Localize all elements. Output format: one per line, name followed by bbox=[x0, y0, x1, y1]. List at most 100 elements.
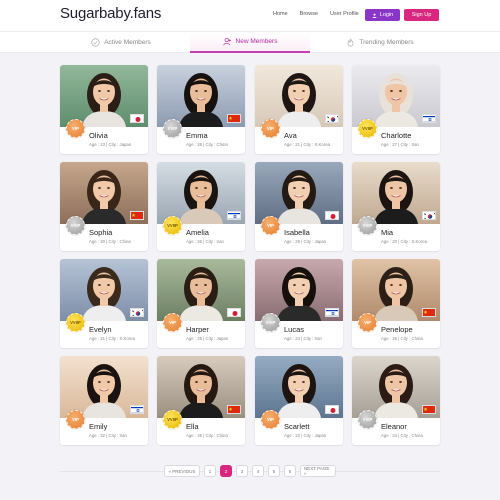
member-meta: Age : 26 | City : China bbox=[381, 336, 423, 341]
country-flag-icon bbox=[422, 211, 436, 220]
member-card[interactable]: VVIP Mia Age : 20 | City : S.Korea bbox=[352, 162, 440, 251]
member-meta: Age : 22 | City : Japan bbox=[284, 433, 327, 438]
membership-badge: VVIIP bbox=[358, 119, 377, 138]
membership-badge: VVIP bbox=[358, 216, 377, 235]
member-name[interactable]: Ella bbox=[186, 422, 199, 431]
member-card[interactable]: VVIP Emma Age : 26 | City : China bbox=[157, 65, 245, 154]
member-meta: Age : 34 | City : China bbox=[381, 433, 423, 438]
member-card[interactable]: VIP Ava Age : 21 | City : S.Korea bbox=[255, 65, 343, 154]
membership-badge: VIP bbox=[66, 410, 85, 429]
member-meta: Age : 27 | City : Iran bbox=[381, 142, 419, 147]
page-6-button[interactable]: 6 bbox=[284, 465, 296, 477]
member-name[interactable]: Eleanor bbox=[381, 422, 407, 431]
page-3-button[interactable]: 3 bbox=[236, 465, 248, 477]
member-card[interactable]: VIP Penelope Age : 26 | City : China bbox=[352, 259, 440, 348]
login-button[interactable]: Login bbox=[365, 9, 400, 21]
member-name[interactable]: Sophia bbox=[89, 228, 112, 237]
nav-user-profile[interactable]: User Profile bbox=[330, 11, 359, 17]
member-name[interactable]: Harper bbox=[186, 325, 209, 334]
member-card[interactable]: VVIIP Ella Age : 25 | City : China bbox=[157, 356, 245, 445]
member-meta: Age : 26 | City : China bbox=[186, 142, 228, 147]
member-card[interactable]: VIP Isabella Age : 26 | City : Japan bbox=[255, 162, 343, 251]
member-name[interactable]: Charlotte bbox=[381, 131, 411, 140]
member-meta: Age : 20 | City : S.Korea bbox=[381, 239, 428, 244]
member-card[interactable]: VVIP Lucas Age : 24 | City : Iran bbox=[255, 259, 343, 348]
country-flag-icon bbox=[422, 405, 436, 414]
membership-badge: VVIIP bbox=[66, 313, 85, 332]
member-name[interactable]: Evelyn bbox=[89, 325, 112, 334]
member-meta: Age : 21 | City : S.Korea bbox=[89, 336, 136, 341]
member-name[interactable]: Olivia bbox=[89, 131, 108, 140]
member-name[interactable]: Scarlett bbox=[284, 422, 309, 431]
main-nav: Home Browse User Profile bbox=[273, 11, 359, 17]
tab-label: Trending Members bbox=[359, 39, 414, 46]
country-flag-icon bbox=[227, 114, 241, 123]
page-4-button[interactable]: 4 bbox=[252, 465, 264, 477]
member-card[interactable]: VIP Emily Age : 32 | City : Iran bbox=[60, 356, 148, 445]
member-card[interactable]: VVIIP Evelyn Age : 21 | City : S.Korea bbox=[60, 259, 148, 348]
member-grid: VIP Olivia Age : 23 | City : Japan VVIP … bbox=[60, 65, 440, 445]
membership-badge: VIP bbox=[358, 313, 377, 332]
country-flag-icon bbox=[325, 405, 339, 414]
flame-icon bbox=[347, 38, 354, 47]
tab-trending-members[interactable]: Trending Members bbox=[320, 32, 440, 53]
page-2-button[interactable]: 2 bbox=[220, 465, 232, 477]
page-5-button[interactable]: 5 bbox=[268, 465, 280, 477]
brand-logo[interactable]: Sugarbaby.fans bbox=[60, 5, 161, 22]
next-page-button[interactable]: NEXT PAGE » bbox=[300, 465, 336, 477]
previous-page-button[interactable]: « PREVIOUS bbox=[164, 465, 200, 477]
membership-badge: VVIIP bbox=[163, 216, 182, 235]
page-1-button[interactable]: 1 bbox=[204, 465, 216, 477]
country-flag-icon bbox=[325, 211, 339, 220]
member-name[interactable]: Emily bbox=[89, 422, 107, 431]
member-meta: Age : 24 | City : Iran bbox=[284, 336, 322, 341]
country-flag-icon bbox=[422, 114, 436, 123]
membership-badge: VIP bbox=[163, 313, 182, 332]
member-card[interactable]: VIP Olivia Age : 23 | City : Japan bbox=[60, 65, 148, 154]
pagination: « PREVIOUS 1 2 3 4 5 6 NEXT PAGE » bbox=[164, 465, 336, 477]
tab-label: Active Members bbox=[104, 39, 151, 46]
check-circle-icon bbox=[91, 38, 100, 47]
member-meta: Age : 32 | City : Iran bbox=[89, 433, 127, 438]
member-name[interactable]: Isabella bbox=[284, 228, 310, 237]
member-meta: Age : 25 | City : Japan bbox=[186, 336, 229, 341]
country-flag-icon bbox=[130, 211, 144, 220]
tab-label: New Members bbox=[235, 38, 278, 45]
country-flag-icon bbox=[130, 308, 144, 317]
country-flag-icon bbox=[227, 308, 241, 317]
member-card[interactable]: VIP Scarlett Age : 22 | City : Japan bbox=[255, 356, 343, 445]
member-name[interactable]: Lucas bbox=[284, 325, 304, 334]
member-card[interactable]: VVIP Eleanor Age : 34 | City : China bbox=[352, 356, 440, 445]
member-card[interactable]: VVIIP Amelia Age : 26 | City : Iran bbox=[157, 162, 245, 251]
member-name[interactable]: Amelia bbox=[186, 228, 209, 237]
country-flag-icon bbox=[422, 308, 436, 317]
membership-badge: VVIP bbox=[358, 410, 377, 429]
member-meta: Age : 21 | City : S.Korea bbox=[284, 142, 331, 147]
member-card[interactable]: VVIP Sophia Age : 30 | City : China bbox=[60, 162, 148, 251]
login-label: Login bbox=[379, 12, 394, 18]
tab-new-members[interactable]: New Members bbox=[190, 32, 310, 53]
member-name[interactable]: Emma bbox=[186, 131, 208, 140]
member-name[interactable]: Penelope bbox=[381, 325, 413, 334]
membership-badge: VIP bbox=[261, 119, 280, 138]
member-card[interactable]: VVIIP Charlotte Age : 27 | City : Iran bbox=[352, 65, 440, 154]
member-card[interactable]: VIP Harper Age : 25 | City : Japan bbox=[157, 259, 245, 348]
member-name[interactable]: Ava bbox=[284, 131, 297, 140]
member-meta: Age : 26 | City : Japan bbox=[284, 239, 327, 244]
membership-badge: VIP bbox=[66, 119, 85, 138]
membership-badge: VVIP bbox=[66, 216, 85, 235]
country-flag-icon bbox=[227, 405, 241, 414]
signup-button[interactable]: Sign Up bbox=[404, 9, 439, 21]
member-meta: Age : 23 | City : Japan bbox=[89, 142, 132, 147]
tab-active-members[interactable]: Active Members bbox=[66, 32, 176, 53]
add-user-icon bbox=[222, 37, 231, 46]
nav-home[interactable]: Home bbox=[273, 11, 288, 17]
user-icon bbox=[372, 13, 377, 18]
signup-label: Sign Up bbox=[411, 12, 432, 18]
nav-browse[interactable]: Browse bbox=[300, 11, 318, 17]
membership-badge: VVIP bbox=[163, 119, 182, 138]
member-name[interactable]: Mia bbox=[381, 228, 393, 237]
membership-badge: VIP bbox=[261, 216, 280, 235]
country-flag-icon bbox=[325, 114, 339, 123]
member-meta: Age : 26 | City : Iran bbox=[186, 239, 224, 244]
